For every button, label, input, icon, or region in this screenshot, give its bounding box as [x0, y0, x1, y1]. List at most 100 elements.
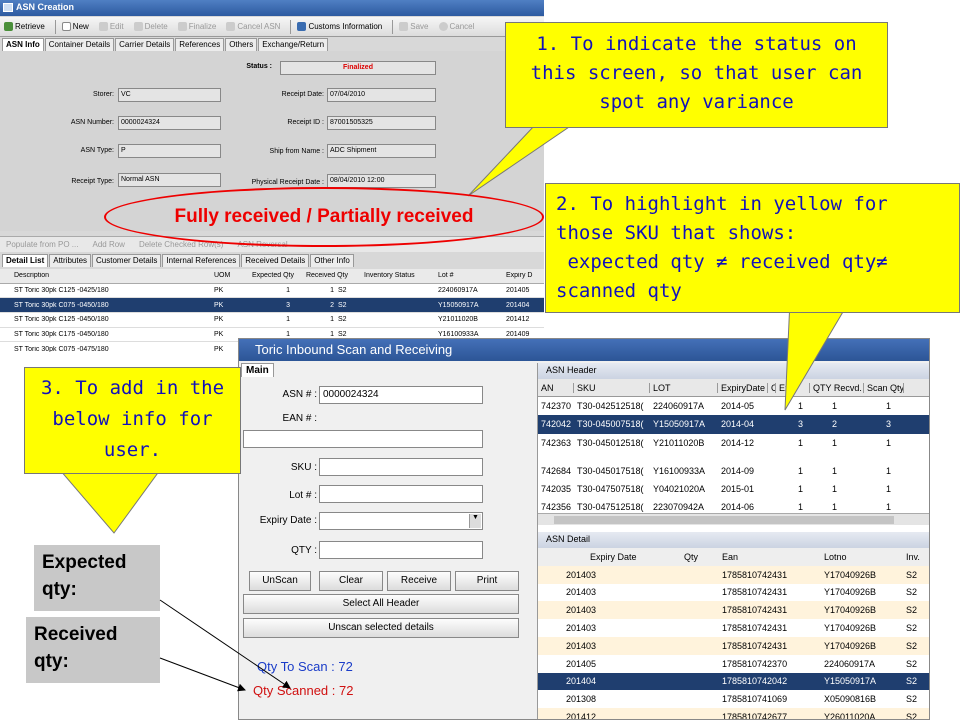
ean-label: EAN # :: [282, 413, 317, 424]
asn-input[interactable]: 0000024324: [319, 386, 483, 404]
tab-carrier-details[interactable]: Carrier Details: [115, 38, 175, 51]
table-row[interactable]: ST Toric 30pk C125 -0425/180 PK 1 1 S2 224060…: [0, 283, 544, 299]
tab-references[interactable]: References: [175, 38, 225, 51]
cancel-button[interactable]: Cancel: [438, 22, 474, 31]
qty-to-scan: Qty To Scan : 72: [257, 659, 353, 674]
cell: 1: [798, 437, 804, 448]
table-row[interactable]: 201403 1785810742431 Y17040926B S2: [538, 619, 929, 637]
tab-others[interactable]: Others: [225, 38, 258, 51]
cell: 1785810742042: [722, 676, 788, 687]
asn-detail-title: ASN Detail: [538, 532, 929, 548]
tab-asn-info[interactable]: ASN Info: [2, 38, 44, 51]
tab-attributes[interactable]: Attributes: [49, 254, 92, 267]
table-row[interactable]: 742363 T30-045012518(Y21011020B 2014-12 1 1 1: [538, 434, 929, 452]
row-gap: [538, 452, 929, 462]
table-row[interactable]: 201404 1785810742042 Y15050917A S2: [538, 672, 929, 691]
cell: 1: [832, 484, 838, 495]
receipt-id-field[interactable]: 87001505325: [327, 116, 436, 130]
cell: 201403: [566, 605, 597, 616]
cancel-asn-button[interactable]: Cancel ASN: [226, 22, 280, 31]
ship-from-field[interactable]: ADC Shipment: [327, 144, 436, 158]
clear-button[interactable]: Clear: [319, 571, 383, 591]
received-arrow: [159, 657, 246, 692]
cell: 2014-04: [721, 419, 755, 430]
unscan-button[interactable]: UnScan: [249, 571, 311, 591]
cell: Y15050917A: [824, 676, 877, 687]
cell: 1785810742431: [722, 623, 788, 634]
cell: 1785810742431: [722, 587, 788, 598]
cell: 3: [798, 419, 804, 430]
sku-input[interactable]: [319, 458, 483, 476]
tab-customer-details[interactable]: Customer Details: [92, 254, 162, 267]
receipt-date-field[interactable]: 07/04/2010: [327, 88, 436, 102]
retrieve-icon: [4, 22, 13, 31]
lot-input[interactable]: [319, 485, 483, 503]
customs-information-button[interactable]: Customs Information: [297, 22, 382, 31]
tab-container-details[interactable]: Container Details: [44, 38, 115, 51]
edit-button[interactable]: Edit: [98, 22, 124, 31]
table-row[interactable]: 201412 1785810742677 Y26011020A S2: [538, 708, 929, 720]
asn-number-field[interactable]: 0000024324: [118, 116, 221, 130]
select-all-header-button[interactable]: Select All Header: [243, 594, 519, 614]
tab-received-details[interactable]: Received Details: [241, 254, 310, 267]
table-row[interactable]: 742042 T30-045007518(Y15050917A 2014-04 3 2 3: [538, 415, 929, 434]
table-row[interactable]: 201405 1785810742370 224060917A S2: [538, 655, 929, 673]
callout3-pointer: [59, 470, 161, 534]
cell: T30-047512518(: [577, 502, 644, 513]
table-row[interactable]: 742370 T30-042512518(224060917A 2014-05 1 1 1: [538, 397, 929, 415]
ean-input[interactable]: [243, 430, 483, 448]
print-button[interactable]: Print: [455, 571, 519, 591]
edit-icon: [98, 22, 108, 31]
grid-header-row[interactable]: Description UOM Expected Qty Received Qty In…: [0, 269, 544, 284]
cell: Y17040926B: [824, 569, 877, 580]
asn-type-field[interactable]: P: [118, 144, 221, 158]
customs-icon: [297, 22, 307, 31]
header-column-row[interactable]: ANSKULOTExpiryDateCExp.QTY Recvd.Scan Qt…: [538, 379, 929, 398]
qty-input[interactable]: [319, 541, 483, 559]
scrollbar-thumb[interactable]: [554, 516, 894, 524]
cell: 201412: [566, 712, 597, 720]
new-button[interactable]: New: [61, 22, 89, 31]
save-button[interactable]: Save: [399, 22, 429, 31]
cell: 1: [798, 484, 804, 495]
tab-detail-list[interactable]: Detail List: [2, 254, 49, 267]
cell: T30-042512518(: [577, 401, 644, 412]
table-row[interactable]: ST Toric 30pk C125 -0450/180 PK 1 1 S2 Y21011…: [0, 313, 544, 328]
storer-field[interactable]: VC: [118, 88, 221, 102]
expiry-select[interactable]: ▼: [319, 512, 483, 530]
cell: 223070942A: [653, 502, 705, 513]
unscan-selected-button[interactable]: Unscan selected details: [243, 618, 519, 638]
callout2-pointer: [784, 300, 851, 411]
cell: 1: [832, 437, 838, 448]
receipt-type-field[interactable]: Normal ASN: [118, 173, 221, 187]
delete-button[interactable]: Delete: [133, 22, 168, 31]
table-row[interactable]: 742035 T30-047507518(Y04021020A 2015-01 1 1 1: [538, 480, 929, 498]
physical-receipt-field[interactable]: 08/04/2010 12:00: [327, 174, 436, 188]
table-row[interactable]: 201403 1785810742431 Y17040926B S2: [538, 601, 929, 620]
table-row[interactable]: 201403 1785810742431 Y17040926B S2: [538, 584, 929, 602]
tab-internal-references[interactable]: Internal References: [162, 254, 241, 267]
detail-header-row[interactable]: Expiry Date Qty Ean Lotno Inv.: [538, 548, 929, 566]
table-row[interactable]: ST Toric 30pk C075 -0450/180 PK 3 2 S2 Y15050…: [0, 298, 544, 314]
table-row[interactable]: 742684 T30-045017518(Y16100933A 2014-09 1 1 1: [538, 462, 929, 480]
horizontal-scrollbar[interactable]: [538, 513, 929, 525]
table-row[interactable]: 201308 1785810741069 X05090816B S2: [538, 690, 929, 708]
cell: Y16100933A: [653, 465, 706, 476]
finalize-button[interactable]: Finalize: [177, 22, 216, 31]
cell: 201403: [566, 640, 597, 651]
cell: S2: [906, 694, 918, 705]
cell: 201404: [566, 676, 597, 687]
table-row[interactable]: 201403 1785810742431 Y17040926B S2: [538, 636, 929, 655]
tab-main[interactable]: Main: [241, 363, 274, 377]
populate-from-po-button[interactable]: Populate from PO ...: [6, 240, 78, 249]
retrieve-button[interactable]: Retrieve: [4, 22, 45, 31]
tab-other-info[interactable]: Other Info: [310, 254, 354, 267]
receive-button[interactable]: Receive: [387, 571, 451, 591]
tab-exchange-return[interactable]: Exchange/Return: [258, 38, 329, 51]
table-row[interactable]: 201403 1785810742431 Y17040926B S2: [538, 565, 929, 584]
chevron-down-icon[interactable]: ▼: [469, 514, 481, 528]
cell: S2: [338, 287, 347, 295]
cell: S2: [906, 712, 918, 720]
cell: Description: [14, 272, 50, 280]
add-row-button[interactable]: Add Row: [92, 240, 124, 249]
